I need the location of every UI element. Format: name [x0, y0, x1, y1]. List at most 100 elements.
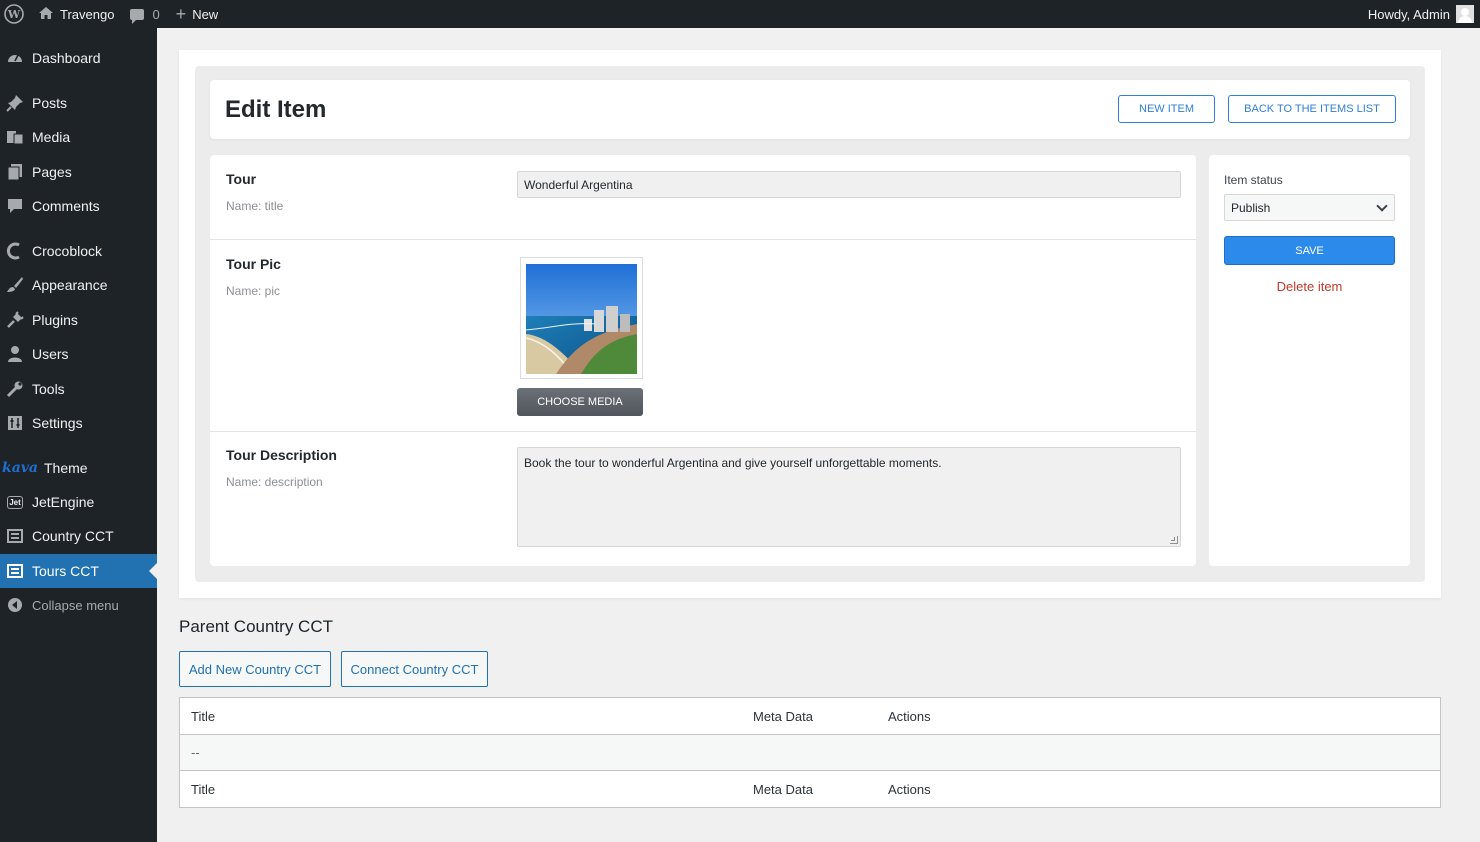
admin-sidebar: Dashboard Posts Media Pages Comments Cro…: [0, 28, 157, 842]
page-title: Edit Item: [225, 96, 327, 123]
new-item-button[interactable]: NEW ITEM: [1118, 95, 1215, 123]
field-name: Name: description: [226, 475, 323, 489]
table-footer-row: Title Meta Data Actions: [180, 771, 1440, 808]
howdy-text: Howdy, Admin: [1367, 6, 1450, 22]
comments-count: 0: [152, 6, 160, 22]
sidebar-item-label: Dashboard: [32, 50, 101, 66]
account-menu[interactable]: Howdy, Admin: [1360, 0, 1480, 28]
sidebar-item-label: JetEngine: [32, 494, 95, 510]
settings-icon: [5, 413, 25, 433]
collapse-icon: [5, 595, 25, 615]
sidebar-item-users[interactable]: Users: [0, 337, 157, 371]
collapse-menu-button[interactable]: Collapse menu: [0, 588, 157, 622]
crocoblock-icon: [5, 241, 25, 261]
column-footer-meta: Meta Data: [753, 782, 813, 797]
add-new-country-button[interactable]: Add New Country CCT: [179, 651, 331, 687]
empty-row-text: --: [191, 745, 200, 760]
sidebar-item-media[interactable]: Media: [0, 120, 157, 154]
item-status-value: Publish: [1231, 201, 1271, 215]
media-icon: [5, 127, 25, 147]
field-label: Tour Description: [226, 447, 337, 463]
column-header-meta: Meta Data: [753, 709, 813, 724]
field-row-tour: Tour Name: title Wonderful Argentina: [210, 155, 1196, 240]
column-footer-actions: Actions: [888, 782, 931, 797]
back-to-list-button[interactable]: BACK TO THE ITEMS LIST: [1228, 95, 1396, 123]
sidebar-item-label: Comments: [32, 198, 100, 214]
sidebar-item-country-cct[interactable]: Country CCT: [0, 519, 157, 553]
table-row: --: [180, 734, 1440, 771]
status-card: Item status Publish SAVE Delete item: [1209, 155, 1410, 566]
site-name-link[interactable]: Travengo: [30, 0, 122, 28]
wrench-icon: [5, 379, 25, 399]
sidebar-item-label: Tours CCT: [32, 563, 99, 579]
save-button[interactable]: SAVE: [1224, 236, 1395, 265]
sidebar-item-label: Crocoblock: [32, 243, 103, 259]
sidebar-item-plugins[interactable]: Plugins: [0, 303, 157, 337]
svg-text:W: W: [7, 8, 21, 21]
connect-country-button[interactable]: Connect Country CCT: [341, 651, 488, 687]
table-header-row: Title Meta Data Actions: [180, 698, 1440, 735]
sidebar-item-comments[interactable]: Comments: [0, 189, 157, 223]
kava-logo: kava: [2, 460, 38, 476]
sidebar-item-label: Media: [32, 129, 71, 145]
plus-icon: +: [175, 4, 187, 24]
wordpress-logo-icon[interactable]: W: [0, 0, 30, 28]
new-content-link[interactable]: + New: [168, 0, 227, 28]
admin-bar: W Travengo 0 + New Howdy, Admin: [0, 0, 1480, 28]
field-label: Tour: [226, 171, 257, 187]
sidebar-item-label: Tools: [32, 381, 65, 397]
sidebar-item-label: Pages: [32, 164, 72, 180]
sidebar-item-settings[interactable]: Settings: [0, 406, 157, 440]
tour-description-textarea[interactable]: Book the tour to wonderful Argentina and…: [517, 447, 1181, 547]
new-label: New: [192, 6, 219, 22]
item-status-select[interactable]: Publish: [1224, 194, 1395, 221]
parent-section-title: Parent Country CCT: [179, 617, 333, 636]
brush-icon: [5, 275, 25, 295]
column-header-actions: Actions: [888, 709, 931, 724]
sidebar-item-crocoblock[interactable]: Crocoblock: [0, 234, 157, 268]
comment-icon: [130, 8, 145, 24]
item-status-label: Item status: [1224, 173, 1283, 187]
comments-link[interactable]: 0: [122, 0, 167, 28]
fields-card: Tour Name: title Wonderful Argentina Tou…: [210, 155, 1196, 566]
description-text: Book the tour to wonderful Argentina and…: [524, 456, 942, 470]
sidebar-item-appearance[interactable]: Appearance: [0, 268, 157, 302]
field-name: Name: title: [226, 199, 284, 213]
home-icon: [38, 6, 54, 23]
tour-title-input[interactable]: Wonderful Argentina: [517, 171, 1181, 198]
sidebar-item-label: Collapse menu: [32, 597, 119, 613]
chevron-down-icon: [1376, 200, 1388, 212]
sidebar-item-label: Appearance: [32, 277, 108, 293]
field-row-pic: Tour Pic Name: pic: [210, 240, 1196, 432]
user-icon: [5, 344, 25, 364]
sidebar-item-label: Settings: [32, 415, 83, 431]
avatar: [1456, 5, 1474, 23]
sidebar-item-theme[interactable]: kava Theme: [0, 451, 157, 485]
list-icon: [5, 561, 25, 581]
sidebar-item-jetengine[interactable]: Jet JetEngine: [0, 485, 157, 519]
tour-pic-preview[interactable]: [520, 257, 643, 379]
sidebar-item-label: Theme: [43, 460, 88, 476]
related-items-table: Title Meta Data Actions -- Title Meta Da…: [179, 697, 1441, 808]
delete-item-link[interactable]: Delete item: [1224, 279, 1395, 294]
sidebar-item-posts[interactable]: Posts: [0, 86, 157, 120]
field-name: Name: pic: [226, 284, 281, 298]
site-name: Travengo: [60, 6, 115, 22]
choose-media-button[interactable]: CHOOSE MEDIA: [517, 388, 643, 416]
sidebar-item-tours-cct[interactable]: Tours CCT: [0, 554, 157, 588]
tour-photo-image: [526, 264, 637, 374]
sidebar-item-label: Plugins: [32, 312, 78, 328]
resize-handle-icon[interactable]: [1170, 536, 1178, 544]
sidebar-item-tools[interactable]: Tools: [0, 372, 157, 406]
column-header-title: Title: [191, 709, 216, 724]
column-footer-title: Title: [191, 782, 216, 797]
sidebar-item-dashboard[interactable]: Dashboard: [0, 41, 157, 75]
sidebar-item-pages[interactable]: Pages: [0, 155, 157, 189]
field-label: Tour Pic: [226, 256, 281, 272]
comment-icon: [5, 196, 25, 216]
pages-icon: [5, 162, 25, 182]
sidebar-item-label: Users: [32, 346, 69, 362]
sidebar-item-label: Country CCT: [32, 528, 114, 544]
list-icon: [5, 526, 25, 546]
sidebar-item-label: Posts: [32, 95, 68, 111]
